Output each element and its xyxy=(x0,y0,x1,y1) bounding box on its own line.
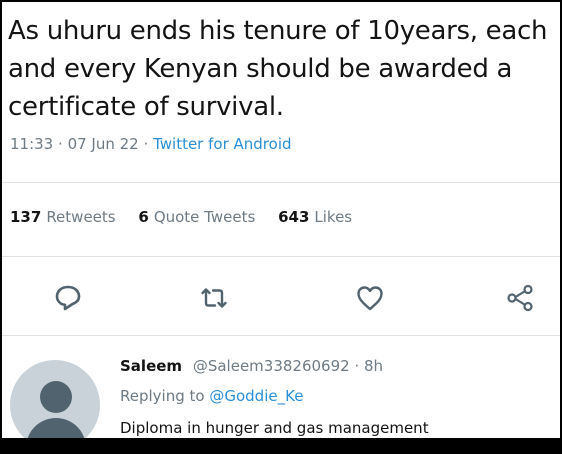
likes-label: Likes xyxy=(314,208,353,226)
like-button[interactable] xyxy=(350,278,390,318)
replying-to-label: Replying to xyxy=(120,387,205,405)
retweets-label: Retweets xyxy=(46,208,116,226)
reply-icon xyxy=(55,285,81,311)
replying-to-mention[interactable]: @Goddie_Ke xyxy=(209,387,303,405)
reply-author-handle[interactable]: @Saleem338260692 xyxy=(193,357,350,375)
avatar[interactable] xyxy=(10,360,100,438)
reply-header: Saleem @Saleem338260692 · 8h xyxy=(120,357,383,375)
likes-stat[interactable]: 643 Likes xyxy=(278,208,352,226)
tweet-stats: 137 Retweets 6 Quote Tweets 643 Likes xyxy=(10,208,370,226)
share-icon xyxy=(507,284,533,312)
divider xyxy=(2,182,560,183)
reply-tweet[interactable]: Saleem @Saleem338260692 · 8h Replying to… xyxy=(2,342,560,438)
avatar-placeholder-body xyxy=(26,418,86,438)
reply-separator: · xyxy=(354,357,360,375)
avatar-placeholder-head xyxy=(40,381,72,413)
quote-tweets-count: 6 xyxy=(138,208,149,226)
reply-text: Diploma in hunger and gas management xyxy=(120,419,429,437)
meta-separator: · xyxy=(58,135,63,153)
divider xyxy=(2,256,560,257)
reply-button[interactable] xyxy=(48,278,88,318)
tweet-detail-view: As uhuru ends his tenure of 10years, eac… xyxy=(2,2,560,438)
tweet-meta: 11:33 · 07 Jun 22 · Twitter for Android xyxy=(10,135,292,153)
tweet-date: 07 Jun 22 xyxy=(67,135,139,153)
tweet-text: As uhuru ends his tenure of 10years, eac… xyxy=(8,16,548,122)
share-button[interactable] xyxy=(500,278,540,318)
like-icon xyxy=(357,286,383,311)
retweet-icon xyxy=(201,288,227,308)
meta-separator: · xyxy=(143,135,149,153)
likes-count: 643 xyxy=(278,208,310,226)
reply-author-name[interactable]: Saleem xyxy=(120,357,182,375)
retweet-button[interactable] xyxy=(194,278,234,318)
divider xyxy=(2,335,560,336)
reply-time: 8h xyxy=(364,357,384,375)
tweet-source-link[interactable]: Twitter for Android xyxy=(153,135,291,153)
retweets-stat[interactable]: 137 Retweets xyxy=(10,208,116,226)
retweets-count: 137 xyxy=(10,208,42,226)
replying-to: Replying to @Goddie_Ke xyxy=(120,387,303,405)
tweet-action-bar xyxy=(2,278,560,318)
quote-tweets-label: Quote Tweets xyxy=(153,208,256,226)
quote-tweets-stat[interactable]: 6 Quote Tweets xyxy=(138,208,255,226)
tweet-time: 11:33 xyxy=(10,135,54,153)
